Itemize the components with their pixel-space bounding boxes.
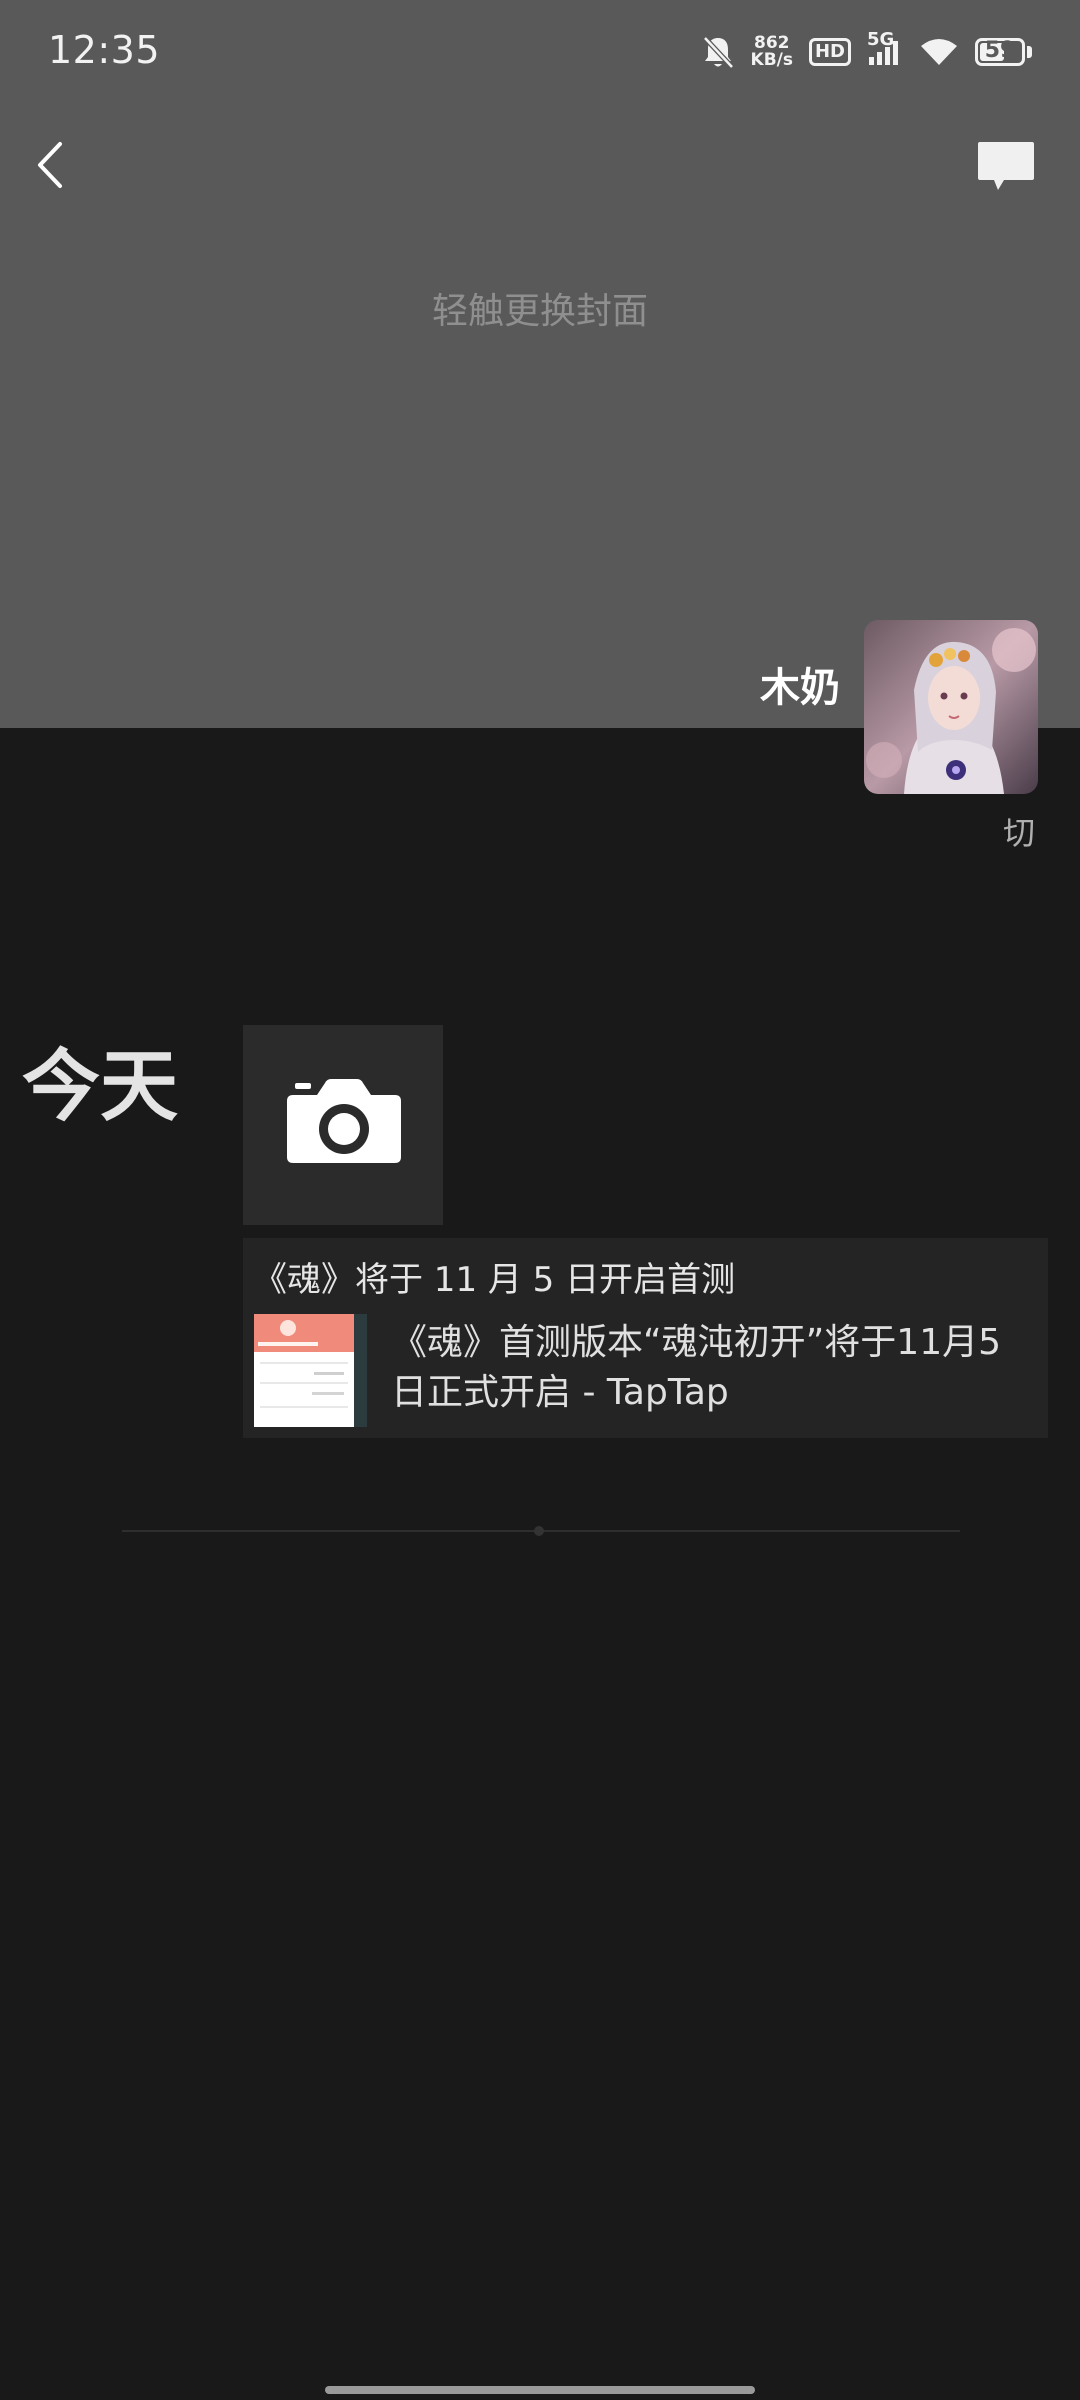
message-button[interactable] bbox=[974, 136, 1038, 196]
status-time: 12:35 bbox=[48, 28, 161, 72]
profile-name[interactable]: 木奶 bbox=[760, 655, 840, 713]
battery-level: 59 bbox=[984, 38, 1016, 63]
feed-end-dot bbox=[534, 1526, 544, 1536]
post-title: 《魂》将于 11 月 5 日开启首测 bbox=[253, 1260, 736, 1300]
back-button[interactable] bbox=[30, 130, 76, 200]
message-icon bbox=[978, 142, 1034, 190]
signal-label: 5G bbox=[867, 29, 895, 50]
home-indicator[interactable] bbox=[325, 2386, 755, 2394]
bell-muted-icon bbox=[702, 36, 734, 69]
status-icons: 862 KB/s HD 5G 59 bbox=[701, 29, 1032, 74]
avatar[interactable] bbox=[864, 620, 1038, 794]
camera-icon bbox=[287, 1079, 401, 1163]
chevron-left-icon bbox=[38, 142, 62, 188]
net-speed: 862 KB/s bbox=[751, 35, 793, 69]
signal-indicator: 5G bbox=[867, 29, 903, 67]
hd-badge: HD bbox=[808, 38, 851, 66]
avatar-image bbox=[864, 620, 1038, 794]
cover-image-area[interactable]: 轻触更换封面 bbox=[0, 0, 1080, 728]
feed-date-label: 今天 bbox=[22, 1042, 179, 1132]
new-post-camera-button[interactable] bbox=[243, 1025, 443, 1225]
link-thumbnail-image bbox=[254, 1314, 367, 1427]
link-title: 《魂》首测版本“魂沌初开”将于11月5日正式开启 - TapTap bbox=[391, 1322, 1002, 1413]
avatar-caption: 切 bbox=[1003, 814, 1036, 852]
battery-icon: 59 bbox=[975, 38, 1025, 66]
link-thumbnail bbox=[254, 1314, 367, 1427]
wifi-icon bbox=[921, 39, 957, 65]
battery-tip bbox=[1027, 46, 1032, 58]
net-speed-unit: KB/s bbox=[750, 50, 793, 70]
shared-link-post[interactable]: 《魂》将于 11 月 5 日开启首测 《魂》首测版本“魂沌初开”将于11月5日正… bbox=[243, 1238, 1048, 1438]
status-bar: 12:35 862 KB/s HD 5G 59 bbox=[0, 0, 1080, 100]
cover-hint: 轻触更换封面 bbox=[431, 291, 648, 332]
